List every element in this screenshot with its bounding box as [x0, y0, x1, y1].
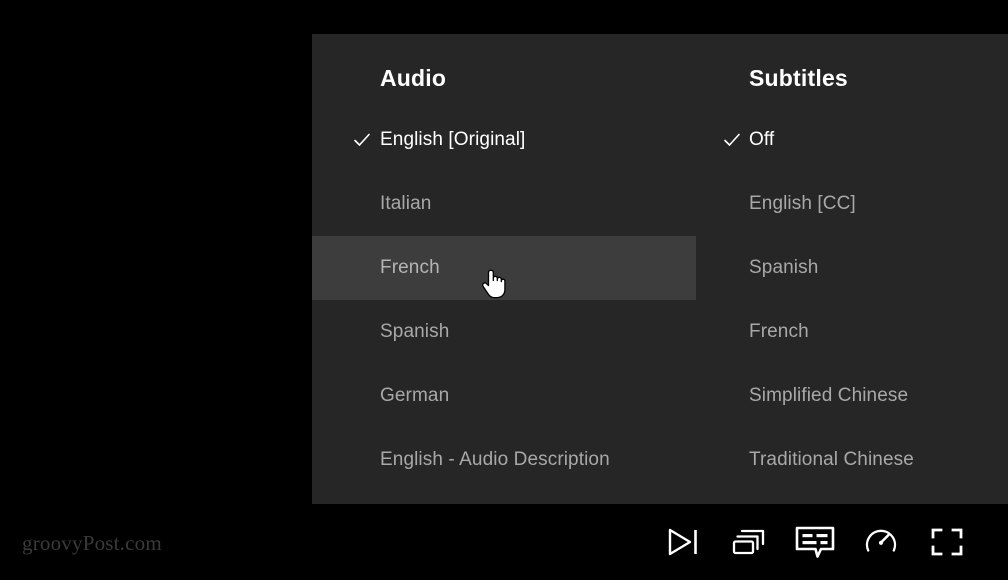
audio-subtitles-button[interactable]: [782, 514, 848, 570]
playback-speed-button[interactable]: [848, 514, 914, 570]
audio-option-italian[interactable]: Italian: [312, 172, 696, 236]
option-label: French: [380, 257, 440, 278]
video-stage[interactable]: groovyPost.com Audio English [Original]: [0, 0, 1008, 580]
audio-option-german[interactable]: German: [312, 364, 696, 428]
next-episode-icon: [666, 527, 700, 557]
option-label: German: [380, 385, 450, 406]
check-icon: [722, 130, 742, 150]
subtitles-option-spanish[interactable]: Spanish: [696, 236, 1008, 300]
audio-option-spanish[interactable]: Spanish: [312, 300, 696, 364]
option-label: Spanish: [749, 257, 819, 278]
subtitles-option-simplified-chinese[interactable]: Simplified Chinese: [696, 364, 1008, 428]
subtitles-option-off[interactable]: Off: [696, 108, 1008, 172]
subtitles-option-traditional-chinese[interactable]: Traditional Chinese: [696, 428, 1008, 492]
audio-option-english-audio-description[interactable]: English - Audio Description: [312, 428, 696, 492]
fullscreen-button[interactable]: [914, 514, 980, 570]
subtitles-column: Subtitles Off English [CC] Spanish Frenc…: [696, 34, 1008, 504]
check-icon: [352, 130, 372, 150]
audio-option-english-original[interactable]: English [Original]: [312, 108, 696, 172]
playback-speed-icon: [864, 525, 898, 559]
option-label: Italian: [380, 193, 432, 214]
subtitles-option-list: Off English [CC] Spanish French Simplifi…: [696, 108, 1008, 492]
player-control-bar: [0, 504, 1008, 580]
fullscreen-icon: [930, 527, 964, 557]
option-label: Simplified Chinese: [749, 385, 909, 406]
audio-option-french[interactable]: French: [312, 236, 696, 300]
next-episode-button[interactable]: [650, 514, 716, 570]
episodes-icon: [731, 527, 767, 557]
audio-subtitles-icon: [794, 525, 836, 559]
episodes-button[interactable]: [716, 514, 782, 570]
subtitles-column-title: Subtitles: [749, 65, 848, 91]
option-label: Off: [749, 129, 775, 150]
audio-column: Audio English [Original] Italian French …: [312, 34, 696, 504]
subtitles-option-french[interactable]: French: [696, 300, 1008, 364]
audio-column-title: Audio: [380, 65, 447, 91]
subtitles-option-english-cc[interactable]: English [CC]: [696, 172, 1008, 236]
option-label: French: [749, 321, 809, 342]
option-label: Traditional Chinese: [749, 449, 914, 470]
option-label: English - Audio Description: [380, 449, 610, 470]
option-label: English [Original]: [380, 129, 526, 150]
option-label: Spanish: [380, 321, 450, 342]
audio-option-list: English [Original] Italian French Spanis…: [312, 108, 696, 492]
option-label: English [CC]: [749, 193, 856, 214]
audio-subtitles-panel: Audio English [Original] Italian French …: [312, 34, 1008, 504]
